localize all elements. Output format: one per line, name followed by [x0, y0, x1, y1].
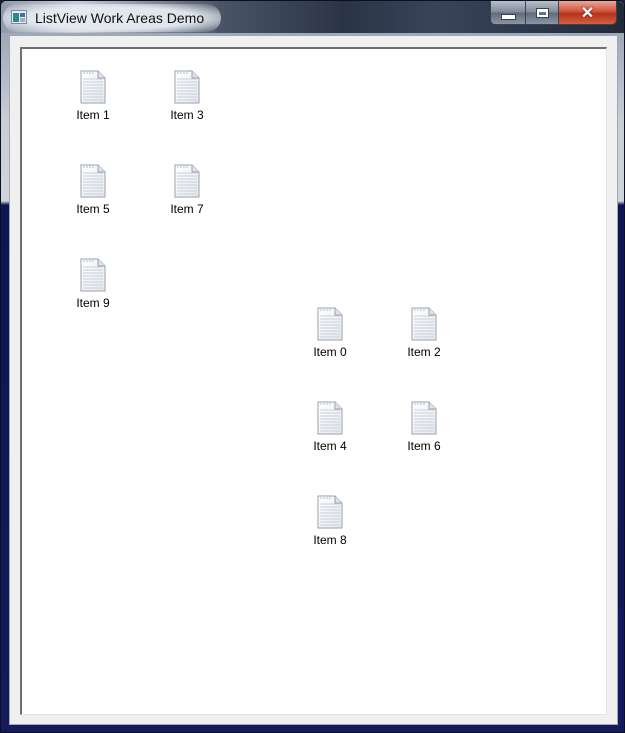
list-item[interactable]: Item 4: [299, 400, 359, 460]
window-controls: ✕: [490, 1, 617, 25]
app-window: ListView Work Areas Demo ✕ Item 1 Item 3…: [0, 0, 625, 733]
minimize-icon: [500, 13, 516, 20]
close-button[interactable]: ✕: [559, 1, 616, 24]
client-area: Item 1 Item 3 Item 5 Item 7 Item 9 Item …: [9, 35, 618, 725]
list-item[interactable]: Item 1: [62, 69, 122, 129]
list-item[interactable]: Item 8: [299, 494, 359, 554]
document-icon: [317, 401, 343, 435]
list-item[interactable]: Item 6: [393, 400, 453, 460]
document-icon: [174, 70, 200, 104]
maximize-button[interactable]: [526, 1, 559, 24]
document-icon: [80, 164, 106, 198]
list-item[interactable]: Item 5: [62, 163, 122, 223]
item-label: Item 1: [76, 108, 110, 122]
item-label: Item 3: [170, 108, 204, 122]
list-item[interactable]: Item 7: [156, 163, 216, 223]
item-label: Item 9: [76, 296, 110, 310]
maximize-icon: [535, 7, 549, 18]
document-icon: [317, 495, 343, 529]
list-item[interactable]: Item 9: [62, 257, 122, 317]
document-icon: [174, 164, 200, 198]
title-bar[interactable]: ListView Work Areas Demo ✕: [1, 1, 624, 33]
close-icon: ✕: [580, 4, 595, 22]
document-icon: [80, 70, 106, 104]
list-item[interactable]: Item 2: [393, 306, 453, 366]
window-title: ListView Work Areas Demo: [35, 10, 205, 26]
item-label: Item 2: [407, 345, 441, 359]
list-item[interactable]: Item 0: [299, 306, 359, 366]
item-label: Item 0: [313, 345, 347, 359]
document-icon: [317, 307, 343, 341]
document-icon: [411, 307, 437, 341]
item-label: Item 5: [76, 202, 110, 216]
item-label: Item 8: [313, 533, 347, 547]
list-item[interactable]: Item 3: [156, 69, 216, 129]
item-label: Item 7: [170, 202, 204, 216]
item-label: Item 6: [407, 439, 441, 453]
document-icon: [80, 258, 106, 292]
document-icon: [411, 401, 437, 435]
list-view[interactable]: Item 1 Item 3 Item 5 Item 7 Item 9 Item …: [20, 47, 607, 715]
item-label: Item 4: [313, 439, 347, 453]
app-icon[interactable]: [11, 10, 27, 24]
minimize-button[interactable]: [491, 1, 526, 24]
